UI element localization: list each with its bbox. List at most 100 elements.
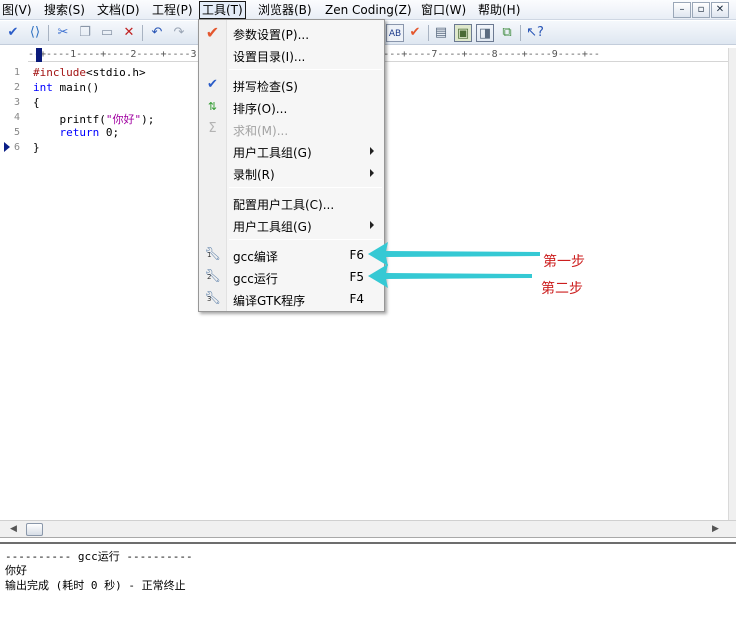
menu-tools[interactable]: 工具(T) [199,1,246,19]
check-icon[interactable]: ✔ [406,24,424,42]
menu-item-gcc-compile[interactable]: 🔧︎ 1 gcc编译 F6 [199,244,384,266]
code-text: ); [141,113,155,126]
menu-item-label: 用户工具组(G) [233,220,312,234]
menu-item-gcc-run[interactable]: 🔧︎ 2 gcc运行 F5 [199,266,384,288]
line-number: 6 [13,142,20,153]
wrench-icon: 🔧︎ 2 [204,269,221,284]
tool-number: 2 [207,273,212,281]
menu-item-label: 排序(O)... [233,102,288,116]
delete-icon[interactable]: ✕ [120,24,138,42]
spellcheck-icon[interactable]: ✔ [4,24,22,42]
code-line-2: int main() [33,81,99,94]
redo-icon[interactable]: ↷ [170,24,188,42]
menu-browser[interactable]: 浏览器(B) [256,2,314,18]
annotation-step1: 第一步 [543,254,585,270]
checkmark-icon: ✔ [205,23,220,42]
toolbar-separator [142,25,143,41]
menu-item-label: 拼写检查(S) [233,80,298,94]
output-header: ---------- gcc运行 ---------- [5,550,193,563]
arrow-step2-icon [368,264,532,288]
menu-item-shortcut: F6 [349,248,364,262]
menu-item-label: 设置目录(I)... [233,50,306,64]
menu-item-directory[interactable]: 设置目录(I)... [199,44,384,66]
menu-separator [229,69,382,70]
spellcheck-icon: ✔ [207,77,218,92]
minimize-button[interactable]: – [673,2,691,18]
code-line-5: return 0; [33,126,119,139]
code-text: 0; [99,126,120,139]
copy-icon[interactable]: ❐ [76,24,94,42]
menu-document[interactable]: 文档(D) [95,2,142,18]
code-text: printf( [33,113,106,126]
menu-item-shortcut: F4 [349,292,364,306]
menu-zen-coding[interactable]: Zen Coding(Z) [323,2,414,18]
sort-icon: ⇅ [207,100,218,113]
wrench-icon: 🔧︎ 3 [204,291,221,306]
vertical-scrollbar[interactable] [728,48,736,520]
menu-help[interactable]: 帮助(H) [476,2,522,18]
layout-icon[interactable]: ▣ [454,24,472,42]
panel-icon[interactable]: ▤ [432,24,450,42]
code-text: { [33,96,40,109]
line-number-gutter: 1 2 3 4 5 6 [0,63,28,519]
horizontal-scrollbar[interactable]: ◀ ▶ [0,520,736,538]
menu-separator [229,187,382,188]
menu-item-label: 配置用户工具(C)... [233,198,335,212]
horizontal-scroll-thumb[interactable] [26,523,43,536]
menu-item-configure-user-tools[interactable]: 配置用户工具(C)... [199,192,384,214]
code-text: <stdio.h> [85,66,146,79]
submenu-arrow-icon [370,147,374,155]
undo-icon[interactable]: ↶ [148,24,166,42]
code-tag-icon[interactable]: ⟨⟩ [26,24,44,42]
split-icon[interactable]: ◨ [476,24,494,42]
code-line-6: } [33,141,40,154]
scroll-right-arrow-icon[interactable]: ▶ [712,524,719,534]
menu-item-preferences[interactable]: ✔ 参数设置(P)... [199,22,384,44]
menu-item-label: 参数设置(P)... [233,28,310,42]
menu-item-label: gcc编译 [233,250,278,264]
string-token: "你好" [105,113,142,126]
close-button[interactable]: ✕ [711,2,729,18]
menu-item-sort[interactable]: ⇅ 排序(O)... [199,96,384,118]
restore-button[interactable]: ▫ [692,2,710,18]
code-text: } [33,141,40,154]
abc-icon[interactable]: AB [386,24,404,42]
output-pane[interactable]: ---------- gcc运行 ---------- 你好 输出完成 (耗时 … [0,542,736,634]
browser-preview-icon[interactable]: ⧉ [498,24,516,42]
menu-item-shortcut: F5 [349,270,364,284]
ruler-cursor-marker [36,48,42,62]
code-text: main() [52,81,100,94]
menu-bar: 图(V) 搜索(S) 文档(D) 工程(P) 工具(T) 浏览器(B) Zen … [0,0,736,20]
menu-item-user-tool-group-2[interactable]: 用户工具组(G) [199,214,384,236]
scroll-left-arrow-icon[interactable]: ◀ [10,524,17,534]
cut-icon[interactable]: ✂ [54,24,72,42]
menu-view[interactable]: 图(V) [0,2,34,18]
menu-item-label: 求和(M)... [233,124,289,138]
menu-item-spellcheck[interactable]: ✔ 拼写检查(S) [199,74,384,96]
current-line-marker [4,142,10,152]
menu-project[interactable]: 工程(P) [150,2,195,18]
tools-dropdown-menu: ✔ 参数设置(P)... 设置目录(I)... ✔ 拼写检查(S) ⇅ 排序(O… [198,19,385,312]
toolbar-separator [48,25,49,41]
menu-item-label: gcc运行 [233,272,278,286]
code-line-3: { [33,96,40,109]
sum-icon: Σ [208,121,217,136]
menu-window[interactable]: 窗口(W) [419,2,468,18]
keyword-token: return [33,126,100,139]
paste-icon[interactable]: ▭ [98,24,116,42]
menu-item-record[interactable]: 录制(R) [199,162,384,184]
menu-item-sum: Σ 求和(M)... [199,118,384,140]
context-help-icon[interactable]: ↖? [526,24,544,42]
arrow-step1-icon [368,242,540,266]
menu-item-user-tool-group[interactable]: 用户工具组(G) [199,140,384,162]
menu-item-label: 用户工具组(G) [233,146,312,160]
menu-item-compile-gtk[interactable]: 🔧︎ 3 编译GTK程序 F4 [199,288,384,310]
menu-search[interactable]: 搜索(S) [42,2,87,18]
menu-separator [229,239,382,240]
preprocessor-token: #include [33,66,86,79]
line-number: 4 [13,112,20,123]
submenu-arrow-icon [370,221,374,229]
line-number: 5 [13,127,20,138]
line-number: 1 [13,67,20,78]
keyword-token: int [33,81,53,94]
